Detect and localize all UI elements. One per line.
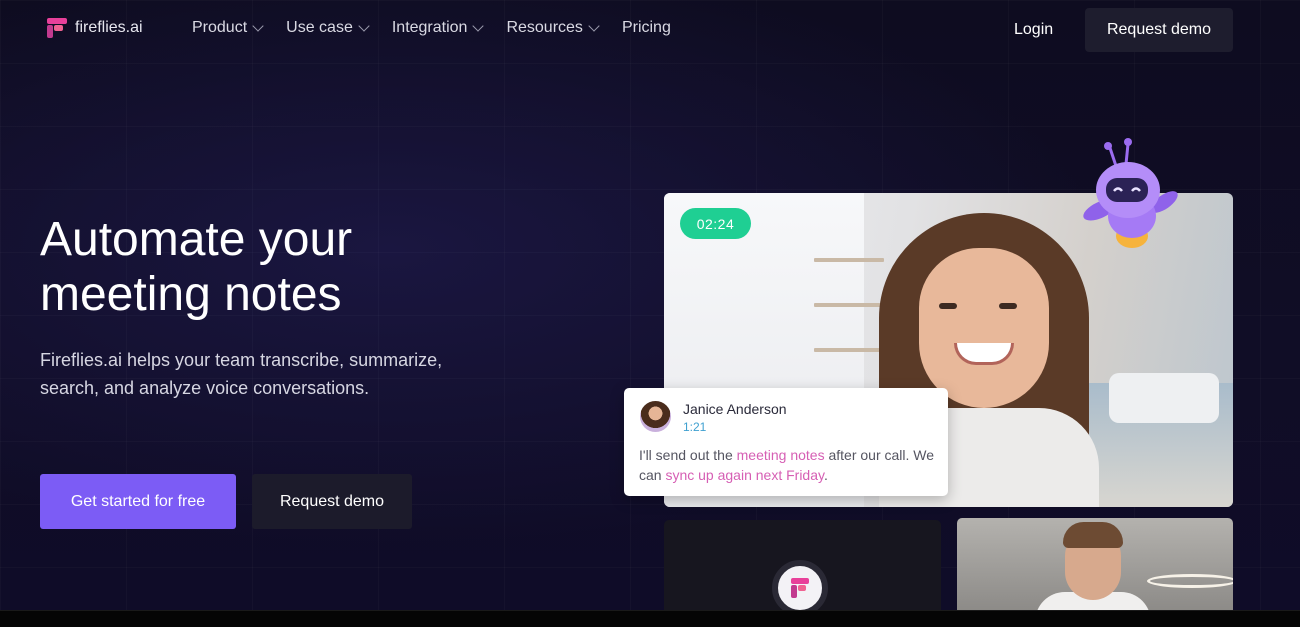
request-demo-button[interactable]: Request demo bbox=[1085, 8, 1233, 52]
video-background bbox=[1147, 574, 1233, 588]
brand-logo[interactable]: fireflies.ai bbox=[47, 18, 143, 38]
nav-item-pricing[interactable]: Pricing bbox=[622, 19, 671, 37]
transcript-card: Janice Anderson 1:21 I'll send out the m… bbox=[624, 388, 948, 496]
speaker-timestamp: 1:21 bbox=[683, 420, 707, 434]
speaker-name: Janice Anderson bbox=[683, 401, 787, 417]
brand-name: fireflies.ai bbox=[75, 19, 143, 36]
video-background bbox=[1109, 373, 1219, 423]
avatar bbox=[640, 401, 671, 432]
nav-item-resources[interactable]: Resources bbox=[506, 19, 600, 37]
robot-mascot-icon bbox=[1082, 138, 1182, 253]
login-link[interactable]: Login bbox=[1014, 21, 1053, 39]
fireflies-logo-icon bbox=[772, 560, 828, 610]
chevron-down-icon bbox=[472, 19, 485, 32]
nav-item-label: Pricing bbox=[621, 19, 671, 36]
hero-title-line: Automate your bbox=[40, 213, 353, 266]
transcript-segment: I'll send out the bbox=[639, 447, 737, 463]
nav-item-label: Integration bbox=[391, 19, 468, 36]
meeting-timer: 02:24 bbox=[680, 208, 751, 239]
nav-item-integration[interactable]: Integration bbox=[391, 19, 485, 37]
nav-links: Product Use case Integration Resources P… bbox=[192, 19, 695, 37]
nav-item-label: Use case bbox=[286, 19, 353, 36]
page-bottom-edge bbox=[0, 610, 1300, 627]
transcript-highlight: meeting notes bbox=[736, 447, 825, 463]
transcript-segment: . bbox=[823, 467, 828, 483]
hero-request-demo-button[interactable]: Request demo bbox=[252, 474, 412, 529]
chevron-down-icon bbox=[588, 19, 600, 32]
nav-item-label: Resources bbox=[506, 19, 583, 36]
hero-title: Automate your meeting notes bbox=[40, 212, 540, 322]
participant-man bbox=[1063, 522, 1123, 548]
hero-title-line: meeting notes bbox=[40, 268, 342, 321]
participant-tile-fireflies bbox=[664, 520, 941, 610]
top-navigation: fireflies.ai Product Use case Integratio… bbox=[0, 0, 1300, 60]
nav-item-label: Product bbox=[192, 19, 248, 36]
transcript-highlight: sync up again next Friday bbox=[665, 467, 824, 483]
participant-tile-man bbox=[957, 518, 1233, 610]
chevron-down-icon bbox=[358, 19, 370, 32]
transcript-text: I'll send out the meeting notes after ou… bbox=[639, 445, 939, 485]
fireflies-logo-icon bbox=[47, 18, 67, 38]
hero-subtitle: Fireflies.ai helps your team transcribe,… bbox=[40, 350, 443, 398]
nav-item-product[interactable]: Product bbox=[192, 19, 264, 37]
chevron-down-icon bbox=[252, 19, 264, 32]
get-started-button[interactable]: Get started for free bbox=[40, 474, 236, 529]
nav-item-use-case[interactable]: Use case bbox=[286, 19, 370, 37]
